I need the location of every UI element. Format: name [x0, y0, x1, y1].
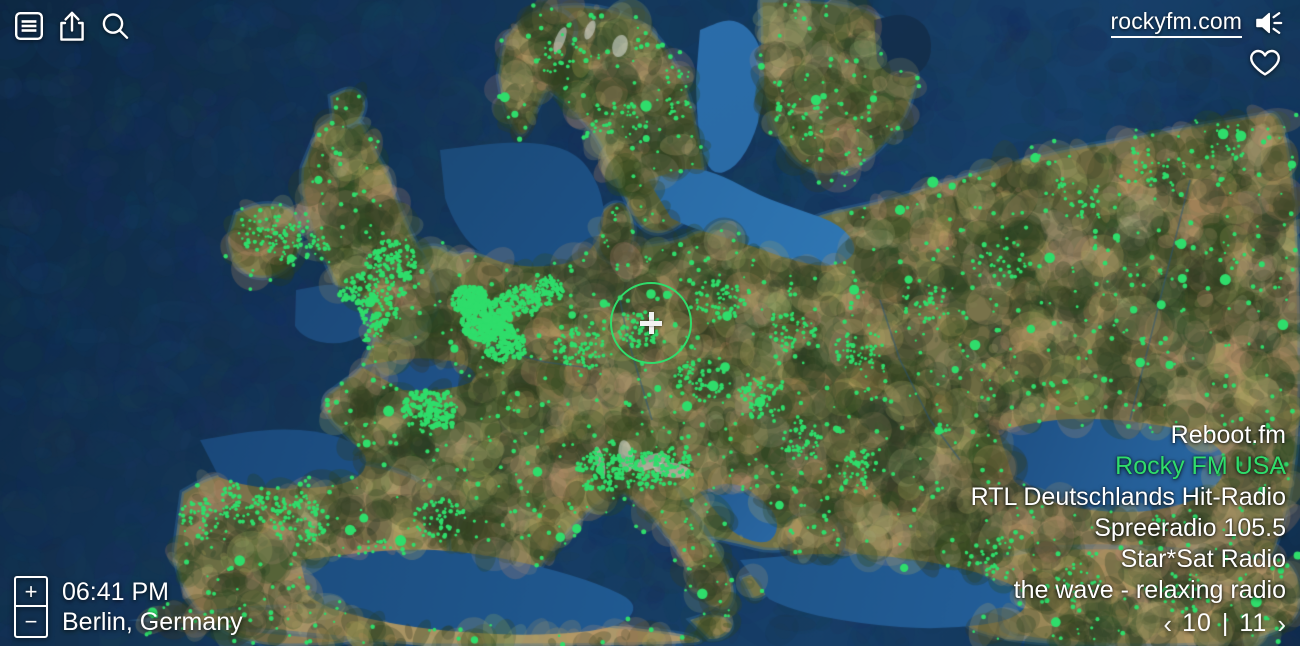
top-right-panel: rockyfm.com [1110, 8, 1284, 78]
map-zoom-controls: + − [14, 576, 48, 638]
station-list-item[interactable]: Reboot.fm [1171, 420, 1286, 451]
station-list-item[interactable]: Spreeradio 105.5 [1094, 513, 1286, 544]
station-list-item[interactable]: the wave - relaxing radio [1014, 575, 1286, 606]
station-list-item[interactable]: Rocky FM USA [1115, 451, 1286, 482]
station-website-link[interactable]: rockyfm.com [1110, 8, 1242, 38]
station-list-pager: ‹ 10 | 11 › [1163, 609, 1286, 638]
local-time: 06:41 PM [62, 577, 170, 606]
zoom-out-button[interactable]: − [16, 607, 46, 636]
pager-separator: | [1221, 609, 1230, 637]
share-icon[interactable] [58, 10, 86, 42]
radio-map-app: rockyfm.com Reboot.fm Rocky FM USA RTL Deu… [0, 0, 1300, 646]
bottom-left-panel: + − 06:41 PM Berlin, Germany [14, 576, 243, 638]
pager-current-page[interactable]: 10 [1182, 609, 1212, 638]
chevron-right-icon[interactable]: › [1277, 611, 1286, 637]
station-list-item[interactable]: Star*Sat Radio [1121, 544, 1286, 575]
list-menu-icon[interactable] [14, 11, 44, 41]
station-list: Reboot.fm Rocky FM USA RTL Deutschlands Hi… [971, 420, 1286, 606]
top-left-toolbar [14, 10, 130, 42]
favorite-row [1248, 48, 1282, 78]
station-list-item[interactable]: RTL Deutschlands Hit-Radio [971, 482, 1286, 513]
search-icon[interactable] [100, 11, 130, 41]
location-info: 06:41 PM Berlin, Germany [62, 577, 243, 638]
pager-total-pages[interactable]: 11 [1239, 609, 1267, 638]
site-link-row: rockyfm.com [1110, 8, 1284, 38]
location-name: Berlin, Germany [62, 608, 243, 636]
heart-outline-icon[interactable] [1248, 48, 1282, 78]
zoom-in-button[interactable]: + [16, 578, 46, 607]
chevron-left-icon[interactable]: ‹ [1163, 611, 1172, 637]
speaker-volume-icon[interactable] [1254, 9, 1284, 37]
